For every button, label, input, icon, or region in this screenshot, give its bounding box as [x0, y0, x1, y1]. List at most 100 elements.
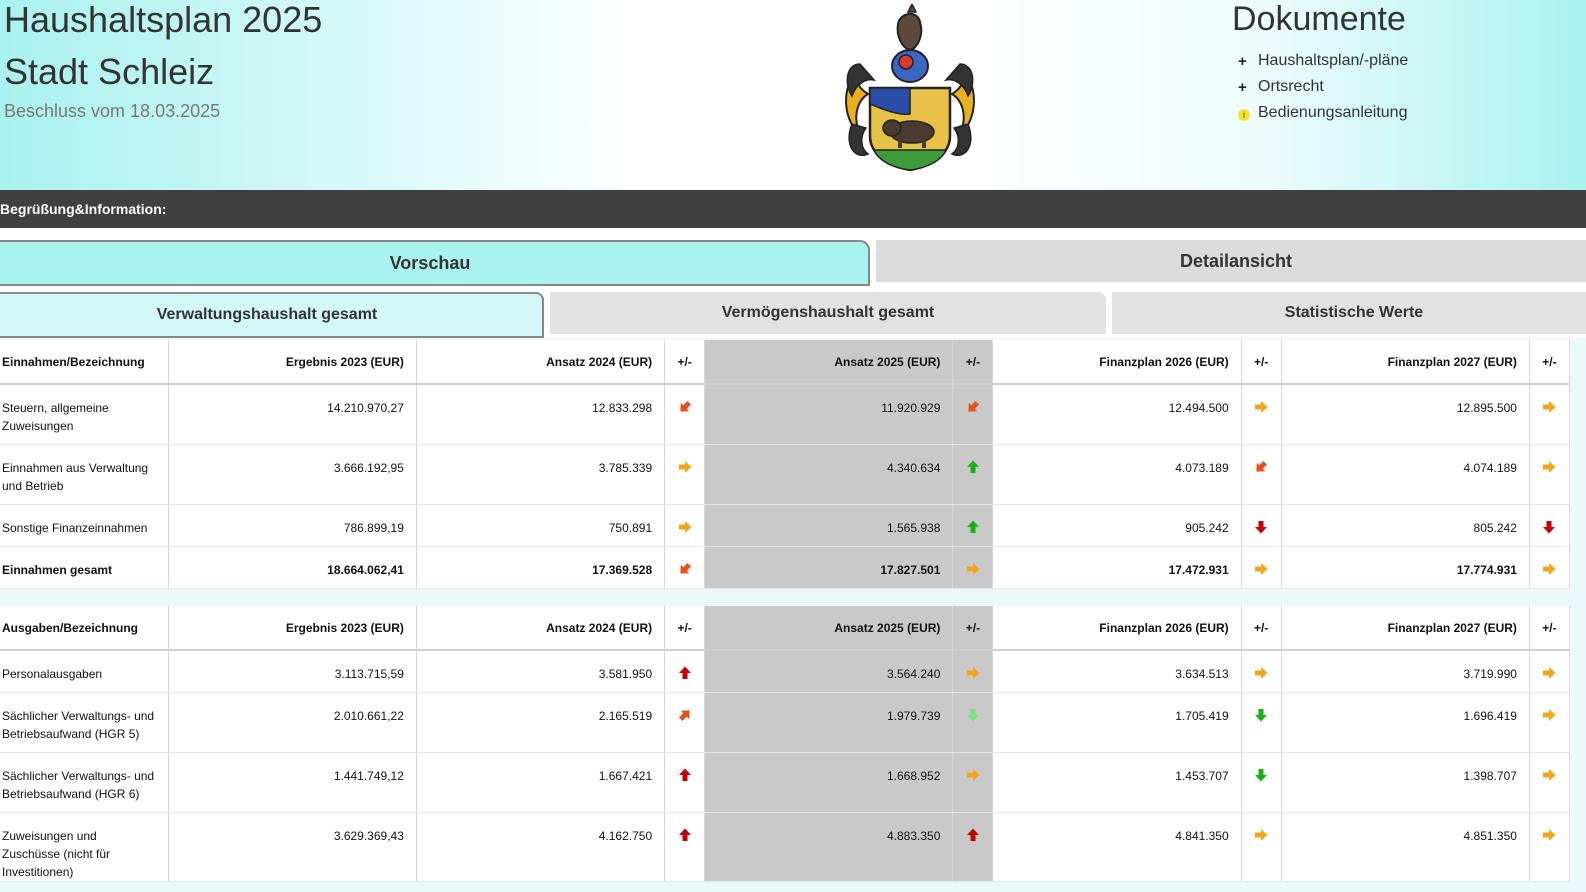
table-row: Einnahmen aus Verwaltung und Betrieb 3.66…	[0, 444, 1571, 505]
value-2026: 4.841.350	[992, 812, 1242, 882]
arrow-right-icon	[1255, 667, 1268, 679]
column-header: Finanzplan 2026 (EUR)	[992, 606, 1242, 651]
row-label: Einnahmen aus Verwaltung und Betrieb	[0, 444, 169, 505]
value-2027: 4.074.189	[1281, 444, 1530, 505]
arrow-right-icon	[1543, 401, 1556, 413]
arrow-right-icon	[1543, 708, 1556, 721]
table-row: Sächlicher Verwaltungs- und Betriebsaufw…	[0, 752, 1571, 813]
arrow-up-icon	[966, 520, 979, 533]
table-row: Personalausgaben 3.113.715,59 3.581.950 3.5…	[0, 650, 1571, 693]
coat-of-arms-icon	[845, 4, 975, 172]
value-2027: 4.851.350	[1281, 812, 1530, 882]
value-2026: 905.242	[992, 504, 1242, 547]
doc-link-user-manual[interactable]: i Bedienungsanleitung	[1238, 100, 1408, 126]
subtab-statistics[interactable]: Statistische Werte	[1112, 292, 1586, 334]
arrow-right-icon	[1543, 460, 1556, 473]
decision-date: Beschluss vom 18.03.2025	[4, 101, 221, 121]
subtab-asset-budget[interactable]: Vermögenshaushalt gesamt	[550, 292, 1106, 334]
value-2027: 12.895.500	[1281, 384, 1530, 445]
value-2024: 17.369.528	[416, 546, 666, 589]
column-header: Ansatz 2024 (EUR)	[416, 606, 666, 651]
value-2027: 17.774.931	[1281, 546, 1530, 589]
tab-detail-view[interactable]: Detailansicht	[876, 240, 1586, 282]
arrow-down-left-icon	[968, 400, 979, 412]
arrow-right-icon	[1255, 828, 1268, 841]
arrow-right-icon	[1543, 562, 1556, 575]
value-2023: 3.666.192,95	[168, 444, 417, 505]
table-row: Einnahmen gesamt 18.664.062,41 17.369.528 1…	[0, 546, 1571, 589]
plus-icon: +	[1238, 52, 1247, 70]
column-header: Finanzplan 2027 (EUR)	[1281, 340, 1530, 385]
arrow-down-icon	[1255, 768, 1268, 781]
plus-icon: +	[1238, 78, 1247, 96]
value-2023: 1.441.749,12	[168, 752, 417, 813]
value-2023: 3.629.369,43	[168, 812, 417, 882]
value-2024: 1.667.421	[416, 752, 666, 813]
column-header: +/-	[952, 340, 994, 385]
doc-link-local-law[interactable]: + Ortsrecht	[1238, 74, 1408, 100]
value-2024: 2.165.519	[416, 692, 666, 753]
arrow-up-icon	[678, 666, 691, 679]
value-2025: 1.979.739	[704, 692, 954, 753]
arrow-down-icon	[1543, 520, 1556, 533]
column-header: Finanzplan 2027 (EUR)	[1281, 606, 1530, 651]
row-label: Sächlicher Verwaltungs- und Betriebsaufw…	[0, 752, 169, 813]
arrow-up-right-icon	[678, 709, 690, 721]
value-2026: 1.705.419	[992, 692, 1242, 753]
column-header: Ergebnis 2023 (EUR)	[168, 340, 417, 385]
value-2025: 1.565.938	[704, 504, 954, 547]
column-header: +/-	[1529, 606, 1571, 651]
arrow-right-icon	[1255, 401, 1268, 413]
doc-link-budget-plans[interactable]: + Haushaltsplan/-pläne	[1238, 48, 1408, 74]
page-header: Haushaltsplan 2025 Stadt Schleiz Beschlu…	[0, 0, 1586, 190]
arrow-right-icon	[1543, 768, 1556, 781]
column-header: +/-	[1241, 340, 1282, 385]
value-2023: 2.010.661,22	[168, 692, 417, 753]
arrow-up-icon	[966, 460, 979, 473]
column-header: +/-	[1529, 340, 1571, 385]
table-header-row: Ausgaben/Bezeichnung Ergebnis 2023 (EUR) A…	[0, 606, 1571, 651]
tab-preview[interactable]: Vorschau	[0, 240, 870, 286]
column-header: Ergebnis 2023 (EUR)	[168, 606, 417, 651]
column-header: +/-	[664, 340, 706, 385]
value-2024: 4.162.750	[416, 812, 666, 882]
value-2024: 3.581.950	[416, 650, 666, 693]
arrow-down-icon	[1255, 520, 1268, 533]
budget-panel: Einnahmen/Bezeichnung Ergebnis 2023 (EUR)…	[0, 338, 1586, 892]
table-row: Steuern, allgemeine Zuweisungen 14.210.97…	[0, 384, 1571, 445]
column-header: +/-	[1241, 606, 1282, 651]
column-header: Finanzplan 2026 (EUR)	[992, 340, 1242, 385]
arrow-right-icon	[966, 667, 980, 679]
value-2025: 17.827.501	[704, 546, 954, 589]
subtab-administrative-budget[interactable]: Verwaltungshaushalt gesamt	[0, 292, 544, 338]
expenses-table: Ausgaben/Bezeichnung Ergebnis 2023 (EUR) A…	[0, 606, 1571, 882]
table-row: Sächlicher Verwaltungs- und Betriebsaufw…	[0, 692, 1571, 753]
value-2025: 3.564.240	[704, 650, 954, 693]
arrow-right-icon	[966, 562, 980, 575]
doc-link-label: Haushaltsplan/-pläne	[1258, 52, 1409, 69]
value-2026: 12.494.500	[992, 384, 1242, 445]
value-2023: 18.664.062,41	[168, 546, 417, 589]
arrow-right-icon	[966, 768, 980, 781]
doc-link-label: Ortsrecht	[1258, 78, 1324, 95]
column-header: Einnahmen/Bezeichnung	[0, 340, 169, 385]
value-2027: 1.398.707	[1281, 752, 1530, 813]
value-2025: 1.668.952	[704, 752, 954, 813]
column-header: Ansatz 2024 (EUR)	[416, 340, 666, 385]
arrow-down-icon	[1255, 708, 1268, 721]
column-header: +/-	[664, 606, 706, 651]
column-header: +/-	[952, 606, 994, 651]
row-label: Sächlicher Verwaltungs- und Betriebsaufw…	[0, 692, 169, 753]
documents-list: + Haushaltsplan/-pläne + Ortsrecht i Bed…	[1238, 48, 1408, 126]
column-header: Ansatz 2025 (EUR)	[704, 606, 954, 651]
row-label: Personalausgaben	[0, 650, 169, 693]
info-bar[interactable]: Begrüßung&Information:	[0, 190, 1586, 228]
row-label: Zuweisungen und Zuschüsse (nicht für Inv…	[0, 812, 169, 882]
table-header-row: Einnahmen/Bezeichnung Ergebnis 2023 (EUR)…	[0, 340, 1571, 385]
column-header: Ansatz 2025 (EUR)	[704, 340, 954, 385]
value-2024: 750.891	[416, 504, 666, 547]
value-2023: 786.899,19	[168, 504, 417, 547]
value-2027: 1.696.419	[1281, 692, 1530, 753]
arrow-down-icon	[966, 708, 979, 721]
value-2026: 3.634.513	[992, 650, 1242, 693]
